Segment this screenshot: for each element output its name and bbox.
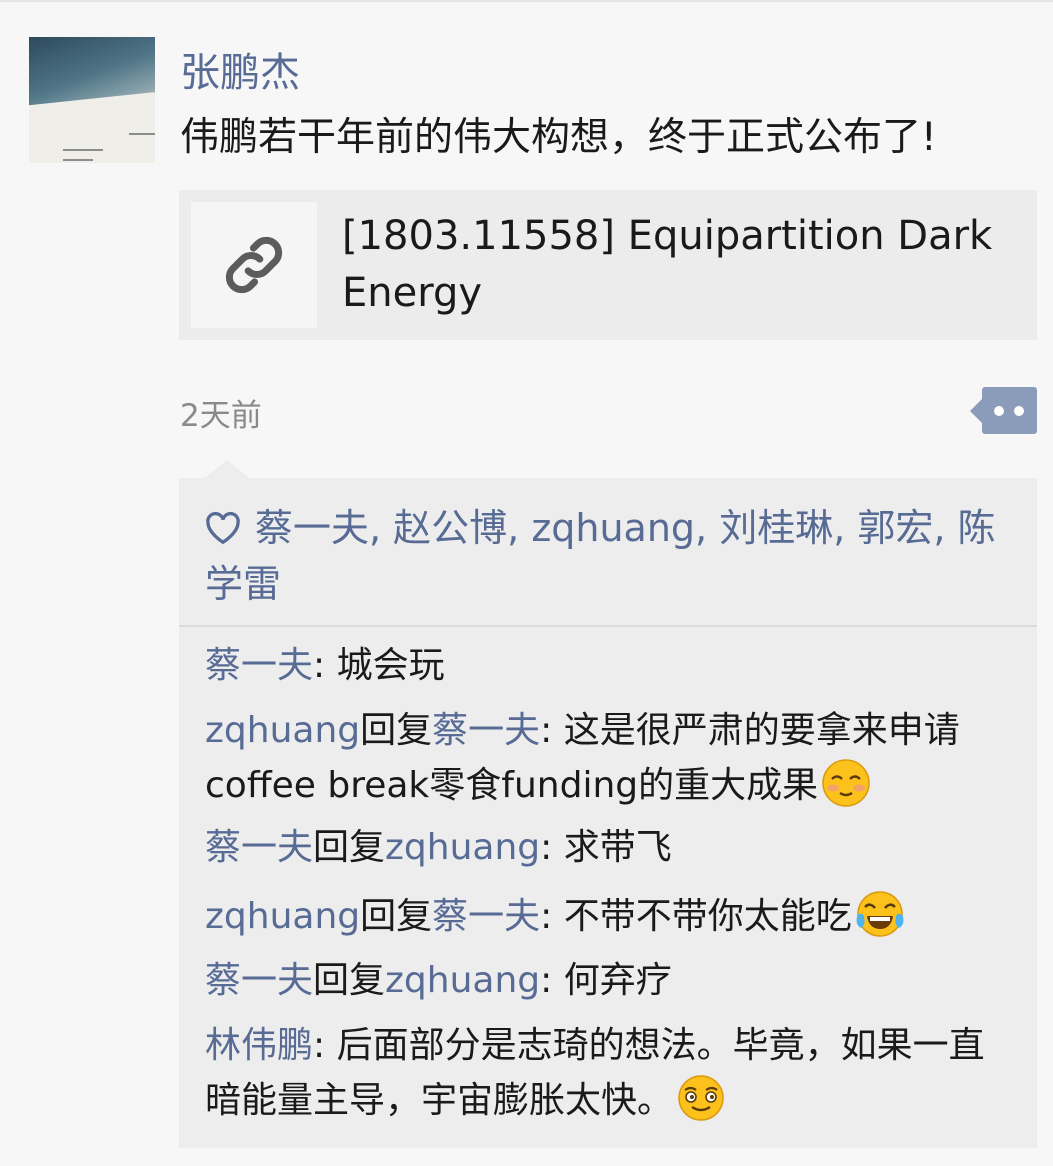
comment[interactable]: 蔡一夫回复zqhuang: 何弃疗 [205,955,1020,1007]
comment-author[interactable]: zqhuang [205,896,360,937]
reply-word: 回复 [360,710,433,751]
more-dots-icon [1014,406,1024,416]
comment[interactable]: zqhuang回复蔡一夫: 这是很严肃的要拿来申请coffee break零食f… [205,705,1020,812]
likes-list: 蔡一夫, 赵公博, zqhuang, 刘桂琳, 郭宏, 陈学雷 [205,500,1015,612]
comment-text: 求带飞 [563,827,672,868]
link-card[interactable]: [1803.11558] Equipartition Dark Energy [179,190,1037,340]
comment-author[interactable]: 蔡一夫 [205,645,313,686]
post-time: 2天前 [180,398,262,434]
likes-names[interactable]: 蔡一夫, 赵公博, zqhuang, 刘桂琳, 郭宏, 陈学雷 [205,506,996,606]
shy-smile-emoji [822,759,870,807]
grin-emoji [678,1075,724,1121]
comment-author[interactable]: zqhuang [205,710,360,751]
comment-reply-to[interactable]: 蔡一夫 [432,896,540,937]
avatar-detail [63,149,103,151]
heart-icon [206,511,240,545]
link-icon [225,236,283,294]
post-text: 伟鹏若干年前的伟大构想，终于正式公布了! [180,115,937,160]
comment[interactable]: zqhuang回复蔡一夫: 不带不带你太能吃 [205,888,1020,943]
avatar[interactable] [29,37,155,163]
comment-reply-to[interactable]: zqhuang [385,960,540,1001]
bubble-arrow [205,460,249,478]
likes-divider [179,625,1037,627]
comment-text: 不带不带你太能吃 [563,896,852,937]
comment[interactable]: 蔡一夫: 城会玩 [205,640,1020,692]
avatar-photo [29,91,155,163]
tears-of-joy-emoji [856,891,904,937]
top-divider [0,0,1053,2]
comment-text: 何弃疗 [563,960,672,1001]
comment-author[interactable]: 蔡一夫 [205,960,313,1001]
avatar-detail [63,159,93,161]
avatar-detail [129,133,155,135]
comment-text: 城会玩 [336,645,445,686]
more-button[interactable] [970,387,1037,434]
reply-word: 回复 [313,827,386,868]
more-dots-icon [994,406,1004,416]
comment[interactable]: 蔡一夫回复zqhuang: 求带飞 [205,822,1020,874]
reply-word: 回复 [360,896,433,937]
comment-reply-to[interactable]: 蔡一夫 [432,710,540,751]
comment-author[interactable]: 蔡一夫 [205,827,313,868]
link-title: [1803.11558] Equipartition Dark Energy [342,213,993,316]
link-thumbnail [191,202,317,328]
comment-author[interactable]: 林伟鹏 [205,1025,313,1066]
comment-reply-to[interactable]: zqhuang [385,827,540,868]
comment[interactable]: 林伟鹏: 后面部分是志琦的想法。毕竟，如果一直暗能量主导，宇宙膨胀太快。 [205,1020,1020,1127]
reply-word: 回复 [313,960,386,1001]
author-name[interactable]: 张鹏杰 [180,40,300,98]
